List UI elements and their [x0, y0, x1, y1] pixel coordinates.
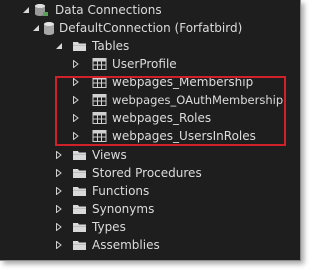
tree-node-stored-procedures[interactable]: Stored Procedures [0, 164, 300, 182]
folder-icon [72, 148, 87, 162]
tree-node-label: Functions [92, 184, 150, 198]
expand-arrow-icon[interactable] [55, 187, 63, 195]
tree-node-label: Synonyms [92, 202, 155, 216]
tree-node-views[interactable]: Views [0, 146, 300, 164]
expand-arrow-icon[interactable] [55, 241, 63, 249]
folder-icon [72, 166, 87, 180]
folder-icon [72, 238, 87, 252]
tree-node-types[interactable]: Types [0, 218, 300, 236]
collapse-arrow-icon[interactable] [32, 24, 40, 32]
tree-node-label: Stored Procedures [92, 166, 202, 180]
tree-node-synonyms[interactable]: Synonyms [0, 200, 300, 218]
server-explorer-panel: Data Connections DefaultConnection (Forf… [0, 0, 301, 261]
tree-node-label: Tables [92, 39, 130, 53]
expand-arrow-icon[interactable] [72, 60, 80, 68]
database-cylinder-icon [42, 21, 57, 35]
table-grid-icon [92, 57, 107, 71]
tree-node-assemblies[interactable]: Assemblies [0, 236, 300, 254]
folder-icon [72, 220, 87, 234]
tree-node-default-connection[interactable]: DefaultConnection (Forfatbird) [0, 19, 300, 37]
expand-arrow-icon[interactable] [55, 223, 63, 231]
expand-arrow-icon[interactable] [55, 151, 63, 159]
tree-node-tables[interactable]: Tables [0, 37, 300, 55]
collapse-arrow-icon[interactable] [55, 42, 63, 50]
table-node[interactable]: UserProfile [0, 55, 300, 73]
folder-icon [72, 202, 87, 216]
folder-icon [72, 39, 87, 53]
tree-node-data-connections[interactable]: Data Connections [0, 1, 300, 19]
database-connection-icon [34, 3, 49, 17]
collapse-arrow-icon[interactable] [22, 6, 30, 14]
tree-node-functions[interactable]: Functions [0, 182, 300, 200]
folder-icon [72, 184, 87, 198]
expand-arrow-icon[interactable] [55, 205, 63, 213]
tree-node-label: DefaultConnection (Forfatbird) [59, 21, 243, 35]
table-label: UserProfile [112, 57, 177, 71]
highlight-box [55, 76, 286, 146]
tree-node-label: Assemblies [92, 238, 160, 252]
expand-arrow-icon[interactable] [55, 169, 63, 177]
tree-node-label: Data Connections [55, 3, 162, 17]
tree-node-label: Views [92, 148, 127, 162]
tree-node-label: Types [92, 220, 126, 234]
